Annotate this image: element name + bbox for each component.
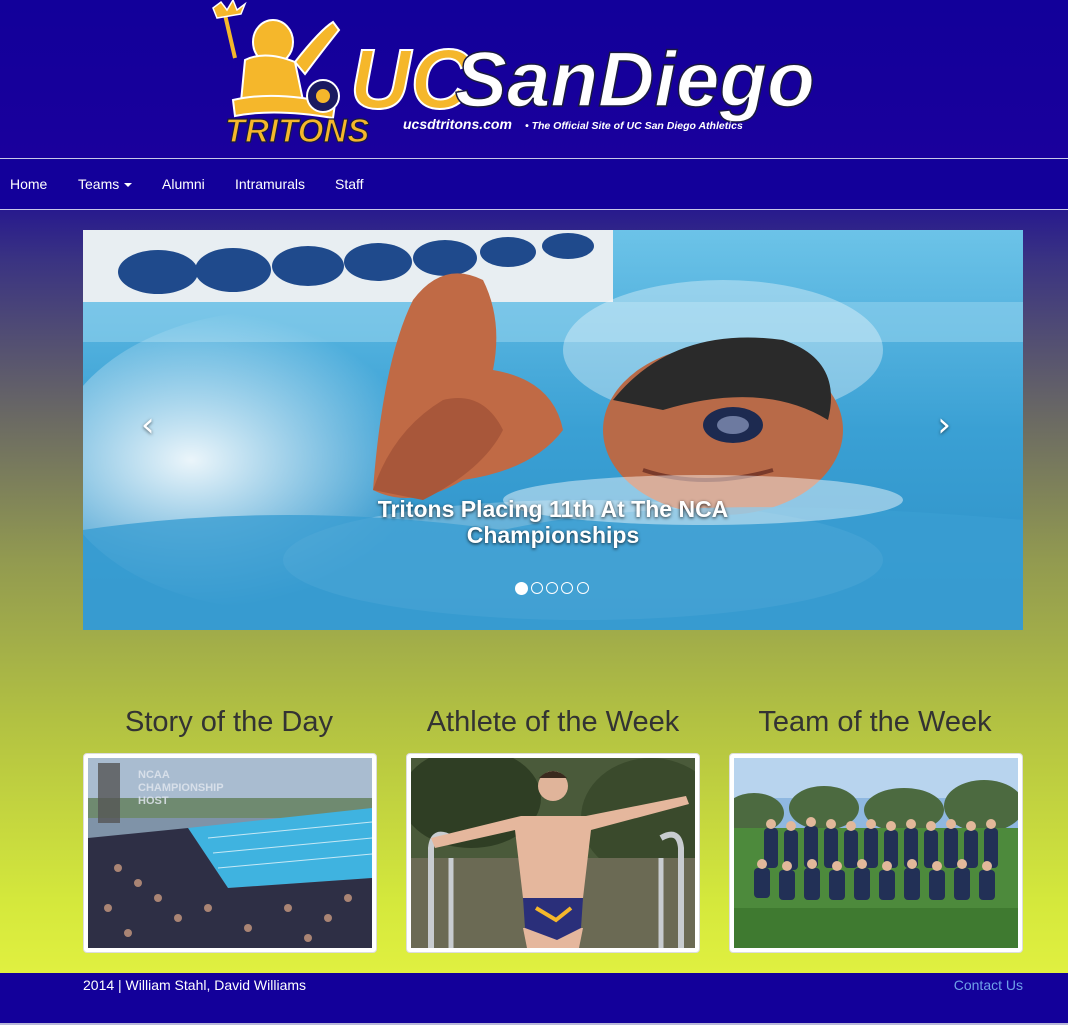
hero-carousel[interactable]: ‹ › Tritons Placing 11th At The NCA Cham… [83, 230, 1023, 630]
carousel-next-button[interactable]: › [937, 408, 951, 442]
pool-stadium-photo: NCAA CHAMPIONSHIP HOST [88, 758, 372, 948]
contact-us-link[interactable]: Contact Us [954, 977, 1023, 993]
ucsd-tritons-logo[interactable]: TRITONS UC SanDiego ucsdtritons.com • Th… [205, 0, 855, 158]
athlete-photo [411, 758, 695, 948]
nav-alumni[interactable]: Alumni [162, 159, 205, 209]
caret-down-icon [124, 183, 133, 188]
team-photo [734, 758, 1018, 948]
carousel-indicators [513, 581, 593, 596]
logo-tritons-text: TRITONS [225, 112, 369, 149]
carousel-prev-button[interactable]: ‹ [141, 408, 155, 442]
nav-teams-dropdown[interactable]: Teams [78, 159, 133, 209]
story-of-the-day-title: Story of the Day [125, 706, 333, 738]
story-of-the-day-thumbnail[interactable]: NCAA CHAMPIONSHIP HOST [83, 753, 377, 953]
site-footer: 2014 | William Stahl, David Williams Con… [0, 973, 1068, 1025]
carousel-indicator-5[interactable] [577, 582, 589, 594]
nav-intramurals[interactable]: Intramurals [235, 159, 305, 209]
footer-credits: 2014 | William Stahl, David Williams [83, 977, 307, 993]
team-of-the-week-title: Team of the Week [758, 706, 992, 738]
site-header: TRITONS UC SanDiego ucsdtritons.com • Th… [0, 0, 1068, 158]
athlete-of-the-week-title: Athlete of the Week [426, 706, 680, 738]
trophy-icon [98, 763, 120, 823]
main-navbar: Home Teams Alumni Intramurals Staff [0, 158, 1068, 210]
chevron-right-icon: › [937, 405, 951, 445]
logo-url-text: ucsdtritons.com [403, 116, 512, 132]
carousel-indicator-1[interactable] [515, 581, 528, 595]
swimmer-photo [83, 230, 1023, 630]
chevron-left-icon: ‹ [141, 405, 155, 445]
logo-sandiego-text: SanDiego [455, 35, 815, 123]
carousel-indicator-4[interactable] [561, 582, 573, 594]
nav-teams-label: Teams [78, 176, 120, 192]
nav-staff[interactable]: Staff [335, 159, 364, 209]
carousel-indicator-3[interactable] [546, 582, 558, 594]
nav-home[interactable]: Home [10, 159, 47, 209]
carousel-indicator-2[interactable] [531, 582, 543, 594]
logo-tagline: • The Official Site of UC San Diego Athl… [525, 120, 743, 132]
triton-figure-icon [231, 19, 341, 120]
team-of-the-week-thumbnail[interactable] [729, 753, 1023, 953]
trident-icon [212, 0, 247, 59]
athlete-of-the-week-thumbnail[interactable] [406, 753, 700, 953]
carousel-caption: Tritons Placing 11th At The NCA Champion… [377, 496, 729, 548]
